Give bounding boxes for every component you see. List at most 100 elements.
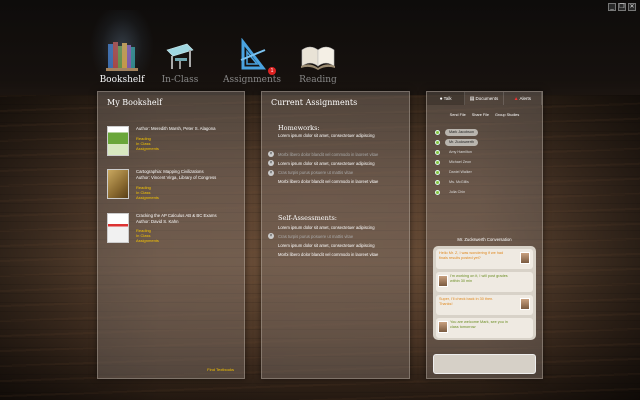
send-file-button[interactable]: Send File [450, 113, 466, 117]
contact-name: Daniel Walker [449, 170, 472, 174]
book-links: Reading In Class Assignments [136, 136, 159, 151]
book-info: Cracking the AP Calculus AB & BC Exams A… [136, 213, 217, 225]
book-links: Reading In Class Assignments [136, 228, 159, 243]
avatar [438, 275, 448, 287]
book-item[interactable]: Cartographia: Mapping Civilizations Auth… [107, 169, 237, 215]
conversation-title: Mr. Zuckswerth Conversation [457, 237, 512, 242]
chat-log[interactable]: Hello Mr. Z, I was wondering if we had f… [433, 246, 536, 340]
assignment-item[interactable]: Lorem ipsum dolor sit amet, consectetuer… [278, 161, 375, 166]
status-icon [435, 180, 440, 185]
chat-message: I'm working on it, I will post grades wi… [436, 272, 533, 292]
contact-item[interactable]: Julia Chin [435, 188, 509, 198]
book-item[interactable]: Cracking the AP Calculus AB & BC Exams A… [107, 213, 237, 259]
tab-alerts[interactable]: ▲Alerts [504, 92, 542, 105]
message-text: I'm working on it, I will post grades wi… [450, 274, 508, 283]
homeworks-title: Homeworks: [278, 124, 320, 132]
book-cover[interactable] [107, 169, 129, 199]
contact-list: Mark Jacobson Mr. Zuckswerth Amy Hamilto… [435, 128, 509, 198]
book-info: Cartographia: Mapping Civilizations Auth… [136, 169, 216, 181]
chat-input[interactable] [433, 354, 536, 374]
tab-label: Documents [475, 96, 499, 101]
remove-icon[interactable]: × [268, 233, 274, 239]
nav-reading[interactable]: Reading [288, 24, 348, 85]
book-link-assignments[interactable]: Assignments [136, 238, 159, 243]
contact-item[interactable]: Mr. Zuckswerth [435, 138, 509, 148]
remove-icon[interactable]: × [268, 151, 274, 157]
tab-label: Alerts [519, 96, 532, 101]
book-link-assignments[interactable]: Assignments [136, 195, 159, 200]
contact-item[interactable]: Amy Hamilton [435, 148, 509, 158]
contact-name: Amy Hamilton [449, 150, 472, 154]
nav-bookshelf[interactable]: Bookshelf [90, 10, 154, 90]
book-item[interactable]: Author: Meredith Marsh, Peter S. Alagona… [107, 126, 237, 172]
remove-icon[interactable]: × [268, 170, 274, 176]
book-links: Reading In Class Assignments [136, 185, 159, 200]
book-info: Author: Meredith Marsh, Peter S. Alagona [136, 126, 216, 132]
message-text: You are welcome Mark, see you in class t… [450, 320, 508, 329]
contact-name: Ms. McGillis [449, 180, 469, 184]
document-icon: ▤ [469, 96, 475, 102]
book-link-assignments[interactable]: Assignments [136, 146, 159, 151]
status-icon [435, 150, 440, 155]
restore-icon[interactable]: ❐ [618, 3, 626, 11]
assignments-panel: Current Assignments Homeworks: Lorem ips… [261, 91, 410, 379]
assignment-item[interactable]: Morbi libero dolor blandit vel commodo i… [278, 152, 378, 157]
nav-label: Reading [299, 75, 337, 85]
chat-message: Super, I'll check back in 30 then. Thank… [436, 295, 533, 315]
tab-label: Talk [443, 96, 452, 101]
alert-icon: ▲ [513, 96, 519, 102]
assessment-item[interactable]: Morbi libero dolor blandit vel commodo i… [278, 252, 378, 257]
contact-name: Julia Chin [449, 190, 466, 194]
status-icon [435, 140, 440, 145]
main-nav: Bookshelf In-Class Assignments 1 Reading [90, 10, 348, 90]
contact-item[interactable]: Michael Zeon [435, 158, 509, 168]
message-text: Hello Mr. Z, I was wondering if we had f… [439, 251, 504, 260]
chat-message: Hello Mr. Z, I was wondering if we had f… [436, 249, 533, 269]
book-author: Author: Meredith Marsh, Peter S. Alagona [136, 126, 216, 131]
book-author: Author: David S. Kahn [136, 219, 179, 224]
desk-icon [150, 24, 210, 72]
status-icon [435, 190, 440, 195]
window-controls: _ ❐ ✕ [608, 3, 636, 11]
sidebar-tabs: ●Talk ▤Documents ▲Alerts [427, 92, 542, 105]
contact-item[interactable]: Ms. McGillis [435, 178, 509, 188]
contact-name: Mark Jacobson [445, 129, 479, 136]
message-text: Super, I'll check back in 30 then. Thank… [439, 297, 494, 306]
communication-panel: ●Talk ▤Documents ▲Alerts Send File Share… [426, 91, 543, 379]
share-file-button[interactable]: Share File [472, 113, 489, 117]
speech-bubble-icon: ● [439, 96, 443, 102]
contact-name: Mr. Zuckswerth [445, 139, 478, 146]
group-studies-button[interactable]: Group Studies [495, 113, 519, 117]
tab-documents[interactable]: ▤Documents [465, 92, 504, 105]
find-textbooks-link[interactable]: Find Textbooks [207, 367, 234, 372]
open-book-icon [288, 24, 348, 72]
panel-title: My Bookshelf [107, 98, 163, 107]
remove-icon[interactable]: × [268, 160, 274, 166]
set-square-icon [222, 24, 282, 72]
nav-in-class[interactable]: In-Class [150, 24, 210, 85]
nav-assignments[interactable]: Assignments 1 [222, 24, 282, 85]
assessment-item[interactable]: Lorem ipsum dolor sit amet, consectetuer… [278, 243, 375, 248]
assignment-item[interactable]: Morbi libero dolor blandit vel commodo i… [278, 179, 378, 184]
contact-item[interactable]: Daniel Walker [435, 168, 509, 178]
tab-talk[interactable]: ●Talk [427, 92, 466, 105]
nav-label: Bookshelf [99, 75, 145, 85]
assignment-item[interactable]: Lorem ipsum dolor sit amet, consectetuer… [278, 133, 375, 138]
assignment-item[interactable]: Cras turpis purus posuere ut mattis vita… [278, 170, 353, 175]
bookshelf-panel: My Bookshelf Author: Meredith Marsh, Pet… [97, 91, 245, 379]
book-cover[interactable] [107, 126, 129, 156]
nav-label: Assignments [222, 75, 282, 85]
close-icon[interactable]: ✕ [628, 3, 636, 11]
minimize-icon[interactable]: _ [608, 3, 616, 11]
contact-name: Michael Zeon [449, 160, 472, 164]
status-icon [435, 170, 440, 175]
book-author: Author: Vincent Virga, Library of Congre… [136, 175, 217, 180]
contact-item[interactable]: Mark Jacobson [435, 128, 509, 138]
assessment-item[interactable]: Lorem ipsum dolor sit amet, consectetuer… [278, 225, 375, 230]
talk-actions: Send File Share File Group Studies [427, 113, 542, 117]
book-cover[interactable] [107, 213, 129, 243]
status-icon [435, 130, 440, 135]
panel-title: Current Assignments [271, 98, 358, 107]
self-assessments-title: Self-Assessments: [278, 214, 337, 222]
assessment-item[interactable]: Cras turpis purus posuere ut mattis vita… [278, 234, 353, 239]
